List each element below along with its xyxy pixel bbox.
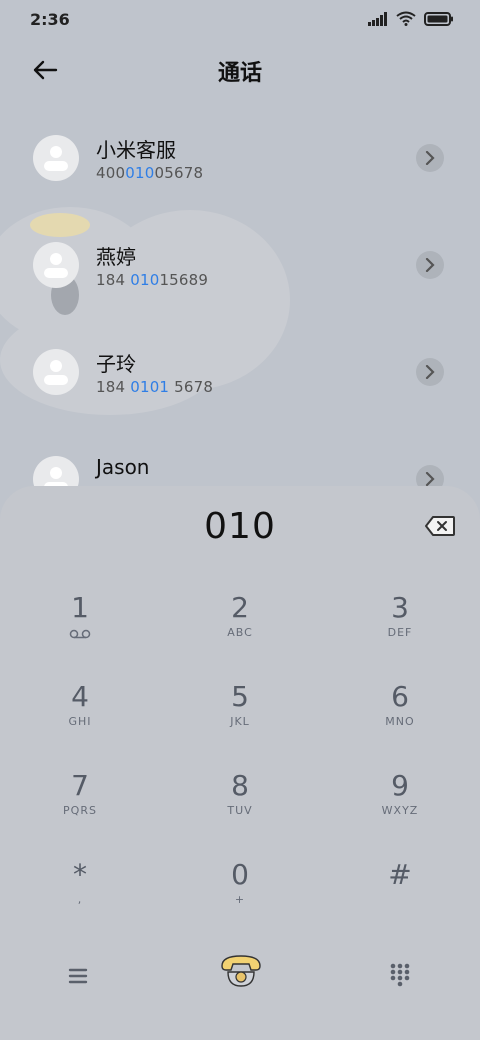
status-time: 2:36 <box>30 10 70 29</box>
menu-icon[interactable] <box>62 962 94 990</box>
call-button[interactable] <box>218 950 264 990</box>
key-7[interactable]: 7 PQRS <box>20 770 140 840</box>
contact-detail-button[interactable] <box>416 251 444 279</box>
backspace-icon[interactable] <box>424 514 456 538</box>
key-0[interactable]: 0 + <box>180 859 300 929</box>
contact-row[interactable]: 燕婷 184 01015689 <box>0 217 480 324</box>
chevron-right-icon <box>425 151 435 165</box>
status-bar: 2:36 <box>0 0 480 40</box>
key-hash[interactable]: # <box>340 859 460 929</box>
contact-number: 40001005678 <box>96 164 204 182</box>
contact-detail-button[interactable] <box>416 358 444 386</box>
key-2[interactable]: 2 ABC <box>180 592 300 662</box>
contact-name: 子玲 <box>96 352 136 376</box>
avatar <box>33 349 79 395</box>
key-1[interactable]: 1 <box>20 592 140 662</box>
avatar <box>33 135 79 181</box>
key-9[interactable]: 9 WXYZ <box>340 770 460 840</box>
contact-row[interactable]: 小米客服 40001005678 <box>0 110 480 217</box>
chevron-right-icon <box>425 365 435 379</box>
key-8[interactable]: 8 TUV <box>180 770 300 840</box>
avatar <box>33 242 79 288</box>
page-title: 通话 <box>217 61 262 86</box>
signal-icon <box>368 11 387 26</box>
dialpad-bottom-bar <box>0 950 480 1000</box>
contact-row[interactable]: 子玲 184 0101 5678 <box>0 324 480 431</box>
contact-name: 燕婷 <box>96 245 136 269</box>
key-3[interactable]: 3 DEF <box>340 592 460 662</box>
key-5[interactable]: 5 JKL <box>180 681 300 751</box>
dialed-number: 010 <box>204 506 276 547</box>
key-star[interactable]: * , <box>20 859 140 929</box>
dialpad-toggle-icon[interactable] <box>384 960 416 990</box>
status-icons <box>368 11 454 26</box>
contact-name: 小米客服 <box>96 138 176 162</box>
chevron-right-icon <box>425 472 435 486</box>
contact-detail-button[interactable] <box>416 144 444 172</box>
contact-name: Jason <box>96 455 150 479</box>
wifi-icon <box>396 11 416 26</box>
dialpad-panel: 010 1 2 ABC 3 DEF 4 GHI 5 JKL 6 MNO 7 PQ… <box>0 486 480 1040</box>
key-6[interactable]: 6 MNO <box>340 681 460 751</box>
battery-icon <box>424 11 453 26</box>
contact-list: 小米客服 40001005678 燕婷 184 01015689 子玲 184 … <box>0 110 480 538</box>
header: 通话 <box>0 45 480 95</box>
contact-number: 184 0101 5678 <box>96 378 214 396</box>
voicemail-icon <box>69 629 91 639</box>
contact-number: 184 01015689 <box>96 271 209 289</box>
chevron-right-icon <box>425 258 435 272</box>
key-4[interactable]: 4 GHI <box>20 681 140 751</box>
